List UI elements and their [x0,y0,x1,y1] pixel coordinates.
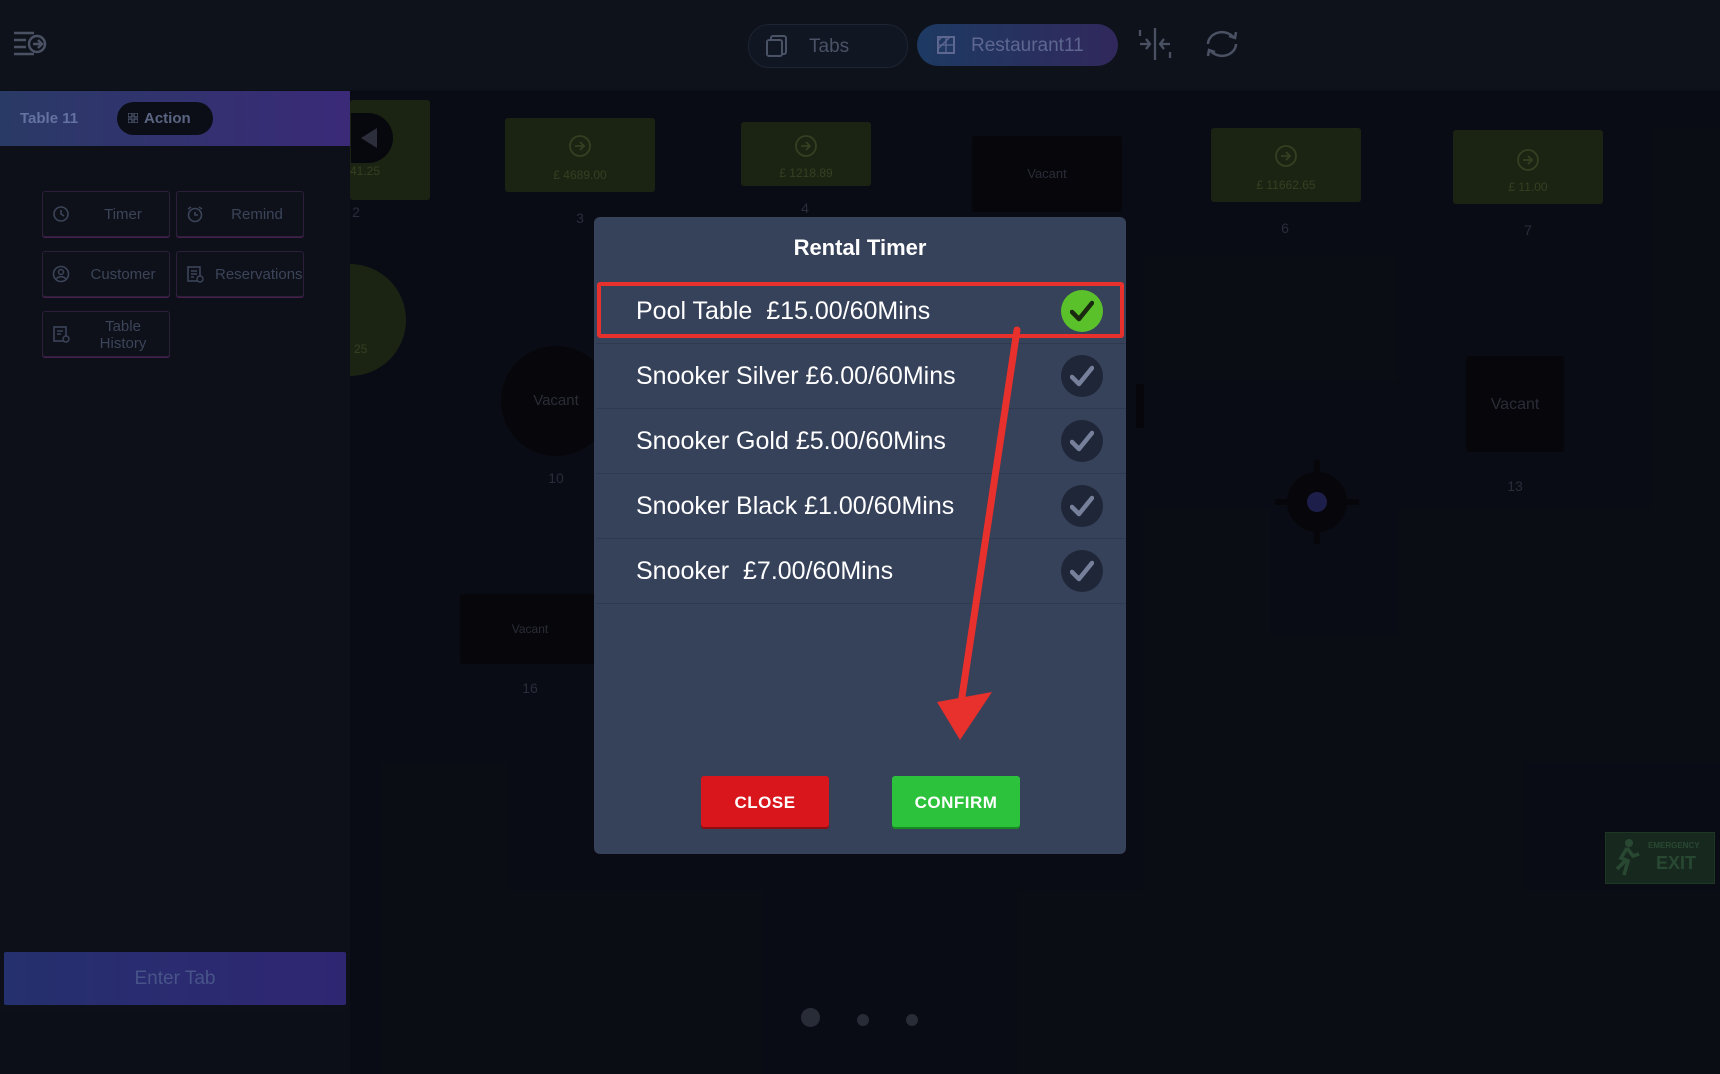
annotation-arrow [937,326,1021,740]
user-icon [52,265,70,283]
refresh-icon[interactable] [1202,26,1242,62]
list-icon [187,266,204,283]
action-button[interactable]: Action [117,102,213,135]
check-icon[interactable] [1061,355,1103,397]
close-button[interactable]: CLOSE [701,776,829,827]
customer-label: Customer [90,266,156,283]
clock-icon [53,206,69,222]
restaurant-label: Restaurant11 [971,35,1084,56]
timer-button[interactable]: Timer [42,191,170,237]
option-snooker-gold[interactable]: Snooker Gold £5.00/60Mins [596,409,1126,474]
table-history-label: Table History [99,318,147,352]
option-label: Snooker Black £1.00/60Mins [636,492,955,520]
option-label: Snooker Silver £6.00/60Mins [636,362,956,390]
check-icon[interactable] [1061,485,1103,527]
alarm-icon [187,206,203,223]
document-icon [766,35,787,57]
timer-label: Timer [104,206,142,223]
option-label: Snooker £7.00/60Mins [636,557,894,585]
floor-icon [937,36,955,54]
option-snooker-black[interactable]: Snooker Black £1.00/60Mins [596,474,1126,539]
reservations-button[interactable]: Reservations [176,251,304,297]
customer-button[interactable]: Customer [42,251,170,297]
split-icon[interactable] [1138,26,1172,62]
remind-label: Remind [231,206,283,223]
selection-highlight [597,282,1124,338]
table-name: Table 11 [20,110,79,127]
action-label: Action [144,110,191,127]
dialog-title: Rental Timer [793,235,927,260]
tabs-label: Tabs [809,36,850,57]
check-icon[interactable] [1061,420,1103,462]
grid-icon [128,113,138,123]
restaurant-tab[interactable]: Restaurant11 [917,24,1118,66]
history-icon [53,326,70,343]
tabs-button[interactable]: Tabs [748,24,908,68]
option-snooker[interactable]: Snooker £7.00/60Mins [596,539,1126,604]
menu-icon[interactable] [12,28,48,60]
option-label: Snooker Gold £5.00/60Mins [636,427,946,455]
enter-tab-label: Enter Tab [134,968,216,989]
table-history-button[interactable]: Table History [42,311,170,357]
enter-tab-button[interactable]: Enter Tab [4,952,346,1005]
confirm-label: CONFIRM [914,793,998,812]
confirm-button[interactable]: CONFIRM [892,776,1020,827]
close-label: CLOSE [734,793,796,812]
reservations-label: Reservations [215,266,303,283]
check-icon[interactable] [1061,550,1103,592]
remind-button[interactable]: Remind [176,191,304,237]
option-snooker-silver[interactable]: Snooker Silver £6.00/60Mins [596,344,1126,409]
